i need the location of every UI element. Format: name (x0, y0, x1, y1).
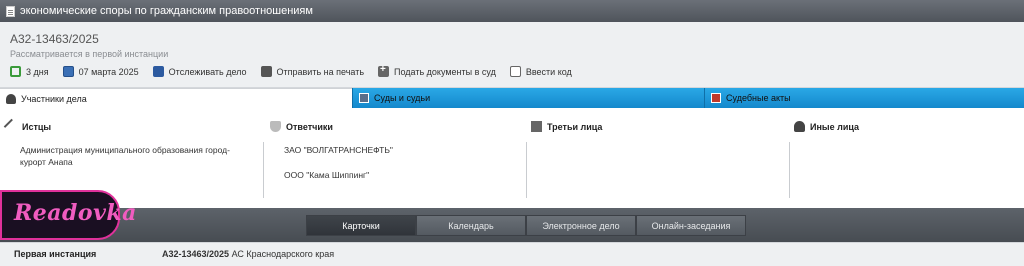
watermark-logo: Readovka (0, 190, 136, 240)
instance-details[interactable]: А32-13463/2025 АС Краснодарского края (162, 249, 334, 259)
print-label: Отправить на печать (276, 66, 365, 77)
factory-icon (531, 121, 542, 132)
bottom-tab-bar: Карточки Календарь Электронное дело Онла… (0, 208, 1024, 242)
tab-participants-label: Участники дела (21, 93, 87, 104)
calendar-icon (62, 66, 74, 77)
tab-acts[interactable]: Судебные акты (704, 88, 1024, 108)
tab-calendar[interactable]: Календарь (416, 215, 526, 236)
keyboard-icon (509, 66, 521, 77)
hearing-date[interactable]: 07 марта 2025 (62, 66, 139, 77)
enter-code-label: Ввести код (525, 66, 572, 77)
person-icon (6, 93, 16, 104)
window-title-bar: экономические споры по гражданским право… (0, 0, 1024, 22)
plus-icon (378, 64, 390, 77)
days-label: 3 дня (26, 66, 49, 77)
track-case-label: Отслеживать дело (168, 66, 247, 77)
tab-courts[interactable]: Суды и судьи (352, 88, 704, 108)
instance-label: Первая инстанция (14, 249, 97, 259)
defendants-column: Ответчики ЗАО "ВОЛГАТРАНСНЕФТЬ" ООО "Кам… (264, 110, 526, 208)
plaintiffs-header: Истцы (3, 118, 52, 135)
court-icon (359, 93, 369, 103)
hearing-date-label: 07 марта 2025 (78, 66, 139, 77)
defendants-header: Ответчики (270, 121, 333, 132)
track-case-button[interactable]: Отслеживать дело (152, 66, 247, 77)
plaintiff-name-line2[interactable]: курорт Анапа (20, 156, 73, 169)
third-parties-column: Третьи лица (527, 110, 789, 208)
case-header: А32-13463/2025 Рассматривается в первой … (0, 22, 1024, 88)
tab-electronic-case[interactable]: Электронное дело (526, 215, 636, 236)
case-actions: 3 дня 07 марта 2025 Отслеживать дело Отп… (10, 64, 586, 77)
third-parties-header: Третьи лица (531, 121, 602, 132)
defendant-item[interactable]: ООО "Кама Шиппинг" (284, 169, 369, 182)
acts-icon (711, 93, 721, 103)
participants-panel: Истцы Администрация муниципального образ… (0, 110, 1024, 208)
bottom-tabs: Карточки Календарь Электронное дело Онла… (306, 215, 746, 236)
case-number: А32-13463/2025 (10, 32, 99, 46)
submit-documents-button[interactable]: Подать документы в суд (378, 64, 496, 77)
others-column: Иные лица (790, 110, 1024, 208)
others-title: Иные лица (810, 121, 859, 132)
enter-code-button[interactable]: Ввести код (509, 66, 572, 77)
tab-courts-label: Суды и судьи (374, 93, 431, 103)
days-counter: 3 дня (10, 66, 49, 77)
tab-cards[interactable]: Карточки (306, 215, 416, 236)
print-button[interactable]: Отправить на печать (260, 66, 365, 77)
printer-icon (260, 66, 272, 77)
shield-icon (152, 66, 164, 77)
instance-row: Первая инстанция А32-13463/2025 АС Красн… (0, 242, 1024, 266)
case-status: Рассматривается в первой инстанции (10, 49, 169, 59)
case-tabs: Участники дела Суды и судьи Судебные акт… (0, 88, 1024, 108)
instance-court: АС Краснодарского края (231, 249, 335, 259)
tab-acts-label: Судебные акты (726, 93, 791, 103)
watermark-text: Readovka (14, 200, 137, 226)
plaintiffs-title: Истцы (22, 121, 52, 132)
instance-case-number: А32-13463/2025 (162, 249, 230, 259)
tab-online-hearings[interactable]: Онлайн-заседания (636, 215, 746, 236)
others-header: Иные лица (794, 121, 859, 132)
third-parties-title: Третьи лица (547, 121, 603, 132)
defendant-item[interactable]: ЗАО "ВОЛГАТРАНСНЕФТЬ" (284, 144, 393, 157)
person-icon (794, 121, 805, 132)
gavel-icon (3, 118, 20, 135)
window-title: экономические споры по гражданским право… (20, 5, 313, 17)
clock-icon (10, 66, 21, 77)
shield-icon (270, 121, 281, 132)
submit-documents-label: Подать документы в суд (394, 66, 496, 77)
document-icon (6, 5, 15, 17)
tab-participants[interactable]: Участники дела (0, 88, 352, 108)
defendants-title: Ответчики (286, 121, 333, 132)
